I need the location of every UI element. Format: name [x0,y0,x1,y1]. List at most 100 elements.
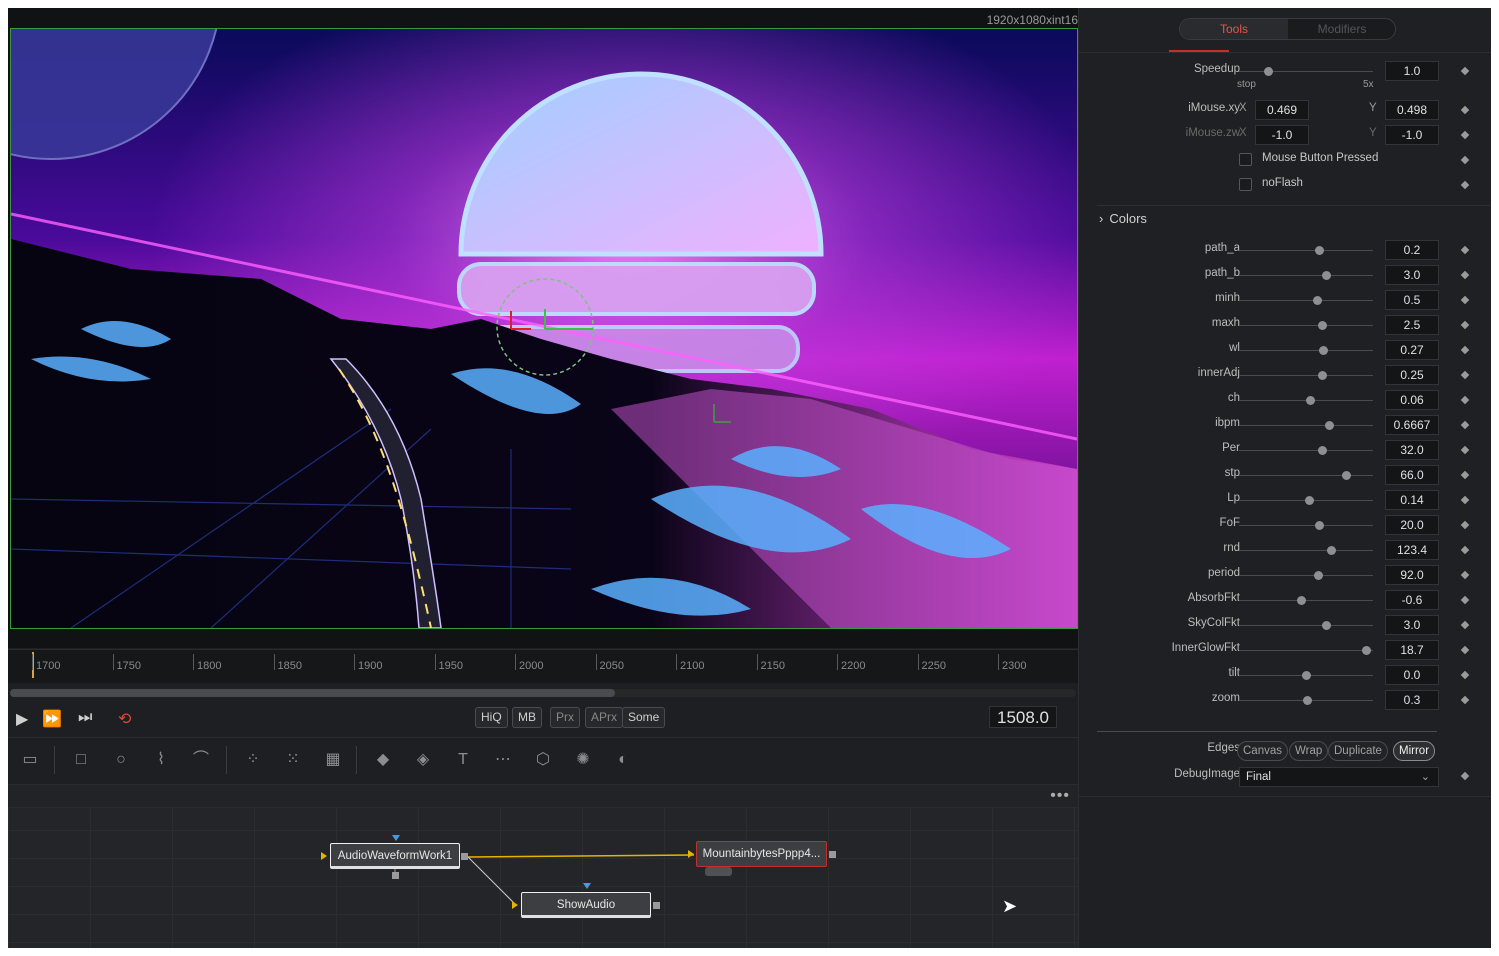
keyframe-icon[interactable] [1460,270,1470,280]
keyframe-icon[interactable] [1460,545,1470,555]
slider-knob[interactable] [1327,546,1337,555]
keyframe-icon[interactable] [1460,245,1470,255]
noflash-checkbox[interactable] [1239,178,1252,191]
value-field[interactable]: 0.2 [1385,240,1439,260]
edges-mirror-button[interactable]: Mirror [1393,741,1436,761]
bspline-mask-icon[interactable]: ⌒ [189,750,213,770]
value-field[interactable]: 0.6667 [1385,415,1439,435]
slider-track[interactable] [1239,475,1373,476]
keyframe-icon[interactable] [1460,595,1470,605]
value-field[interactable]: 3.0 [1385,615,1439,635]
slider-track[interactable] [1239,375,1373,376]
slider-knob[interactable] [1304,496,1314,505]
keyframe-icon[interactable] [1460,570,1470,580]
slider-knob[interactable] [1342,471,1352,480]
value-field[interactable]: 0.06 [1385,390,1439,410]
slider-knob[interactable] [1312,296,1322,305]
camera-3d-icon[interactable]: ⬡ [531,750,555,770]
keyframe-icon[interactable] [1460,495,1470,505]
value-field[interactable]: 2.5 [1385,315,1439,335]
keyframe-icon[interactable] [1460,295,1470,305]
slider-track[interactable] [1239,71,1373,72]
keyframe-icon[interactable] [1460,445,1470,455]
image-plane-3d-icon[interactable]: ◆ [371,750,395,770]
slider-knob[interactable] [1303,696,1313,705]
flow-options-menu[interactable]: ••• [1050,787,1070,805]
skip-to-end-icon[interactable]: ⏭ [78,709,92,727]
keyframe-icon[interactable] [1460,620,1470,630]
slider-knob[interactable] [1322,271,1332,280]
keyframe-icon[interactable] [1460,130,1470,140]
slider-track[interactable] [1239,450,1373,451]
slider-track[interactable] [1239,650,1373,651]
slider-knob[interactable] [1319,346,1329,355]
slider-track[interactable] [1239,250,1373,251]
node-thumbnail-toggle[interactable] [705,867,732,876]
debug-image-select[interactable]: Final ⌄ [1239,767,1439,787]
current-frame-field[interactable]: 1508.0 [989,706,1057,728]
slider-knob[interactable] [1318,446,1328,455]
slider-track[interactable] [1239,600,1373,601]
slider-knob[interactable] [1324,421,1334,430]
node-input-port[interactable] [688,850,694,858]
some-button[interactable]: Some [622,707,666,728]
hiq-button[interactable]: HiQ [475,707,508,728]
play-icon[interactable]: ▶ [16,709,28,729]
node-output-port[interactable] [461,853,468,860]
y-value-field[interactable]: -1.0 [1385,125,1439,145]
value-field[interactable]: 0.14 [1385,490,1439,510]
particle-sprite-icon[interactable]: ▦ [321,750,345,770]
slider-track[interactable] [1239,575,1373,576]
slider-track[interactable] [1239,300,1373,301]
tab-tools[interactable]: Tools [1180,19,1288,39]
mouse-button-checkbox[interactable] [1239,153,1252,166]
edges-duplicate-button[interactable]: Duplicate [1328,741,1388,761]
particle-render-icon[interactable]: ⁙ [281,750,305,770]
keyframe-icon[interactable] [1460,155,1470,165]
light-3d-icon[interactable]: ✺ [571,750,595,770]
timeline-scroll-thumb[interactable] [10,689,615,697]
edges-wrap-button[interactable]: Wrap [1289,741,1329,761]
node-mountainbytes[interactable]: MountainbytesPppp4... [696,841,827,867]
keyframe-icon[interactable] [1460,180,1470,190]
slider-knob[interactable] [1314,571,1324,580]
keyframe-icon[interactable] [1460,470,1470,480]
node-output-port[interactable] [653,902,660,909]
node-mask-input[interactable] [392,835,400,841]
slider-knob[interactable] [1264,67,1274,76]
background-tool-icon[interactable]: ▭ [18,750,42,770]
value-field[interactable]: 20.0 [1385,515,1439,535]
node-input-port[interactable] [512,901,518,909]
slider-knob[interactable] [1318,371,1328,380]
keyframe-icon[interactable] [1460,66,1470,76]
slider-knob[interactable] [1296,596,1306,605]
viewer-image[interactable] [10,28,1078,629]
slider-track[interactable] [1239,525,1373,526]
x-value-field[interactable]: -1.0 [1255,125,1309,145]
slider-knob[interactable] [1302,671,1311,680]
node-audio-waveform[interactable]: AudioWaveformWork1 [330,843,460,869]
slider-knob[interactable] [1315,521,1325,530]
renderer-3d-icon[interactable]: ◐ [611,750,635,770]
value-field[interactable]: 123.4 [1385,540,1439,560]
colors-section-header[interactable]: › Colors [1099,211,1147,226]
value-field[interactable]: 1.0 [1385,61,1439,81]
keyframe-icon[interactable] [1460,771,1470,781]
slider-track[interactable] [1239,625,1373,626]
value-field[interactable]: 0.5 [1385,290,1439,310]
loop-icon[interactable]: ⟲ [118,709,131,729]
y-value-field[interactable]: 0.498 [1385,100,1439,120]
keyframe-icon[interactable] [1460,695,1470,705]
merge-3d-icon[interactable]: ⋯ [491,750,515,770]
node-mask-input[interactable] [583,883,591,889]
value-field[interactable]: 32.0 [1385,440,1439,460]
motion-blur-button[interactable]: MB [512,707,542,728]
slider-track[interactable] [1239,325,1373,326]
timeline-ruler[interactable]: 1700 1750 1800 1850 1900 1950 2000 2050 2100 2150… [8,649,1078,683]
value-field[interactable]: 0.3 [1385,690,1439,710]
node-flow[interactable]: AudioWaveformWork1 MountainbytesPppp4...… [8,808,1078,948]
keyframe-icon[interactable] [1460,105,1470,115]
slider-knob[interactable] [1306,396,1316,405]
auto-proxy-button[interactable]: APrx [585,707,624,728]
node-show-audio[interactable]: ShowAudio [521,892,651,918]
